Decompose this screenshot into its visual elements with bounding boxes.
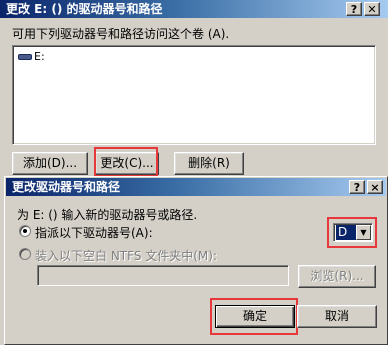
back-dialog-title: 更改 E: () 的驱动器号和路径 xyxy=(6,2,163,16)
dialog-titlebar: 更改驱动器号和路径 xyxy=(6,178,386,196)
folder-path-input[interactable] xyxy=(37,265,289,286)
change-button-highlight xyxy=(94,147,158,177)
mount-folder-label[interactable]: 装入以下空白 NTFS 文件夹中(M): xyxy=(35,247,217,264)
list-item-label: E: xyxy=(34,50,45,63)
ok-button-highlight xyxy=(210,298,298,335)
assign-letter-radio[interactable] xyxy=(19,225,31,237)
back-description: 可用下列驱动器号和路径访问这个卷 (A). xyxy=(12,27,230,41)
add-button[interactable]: 添加(D)... xyxy=(12,152,88,175)
drive-icon xyxy=(18,53,32,60)
back-help-button[interactable]: ? xyxy=(346,2,362,16)
list-item[interactable]: E: xyxy=(18,50,45,63)
close-button[interactable]: × xyxy=(367,180,383,194)
back-dialog-titlebar: 更改 E: () 的驱动器号和路径 xyxy=(0,0,388,18)
help-button[interactable]: ? xyxy=(349,180,365,194)
back-dialog: 更改 E: () 的驱动器号和路径 ? ✕ 可用下列驱动器号和路径访问这个卷 (… xyxy=(0,0,388,177)
dialog-title: 更改驱动器号和路径 xyxy=(12,180,121,194)
browse-button[interactable]: 浏览(R)... xyxy=(298,265,376,288)
assign-letter-label[interactable]: 指派以下驱动器号(A): xyxy=(35,224,153,241)
back-close-button[interactable]: ✕ xyxy=(364,2,380,16)
cancel-button[interactable]: 取消 xyxy=(297,305,377,328)
mount-folder-radio[interactable] xyxy=(19,248,31,260)
delete-button[interactable]: 删除(R) xyxy=(174,152,244,175)
drive-letter-highlight xyxy=(327,217,377,248)
dialog-prompt: 为 E: () 输入新的驱动器号或路径. xyxy=(17,208,198,222)
volume-path-list[interactable]: E: xyxy=(12,45,376,145)
change-drive-dialog: 更改驱动器号和路径 ? × 为 E: () 输入新的驱动器号或路径. 指派以下驱… xyxy=(4,176,388,345)
